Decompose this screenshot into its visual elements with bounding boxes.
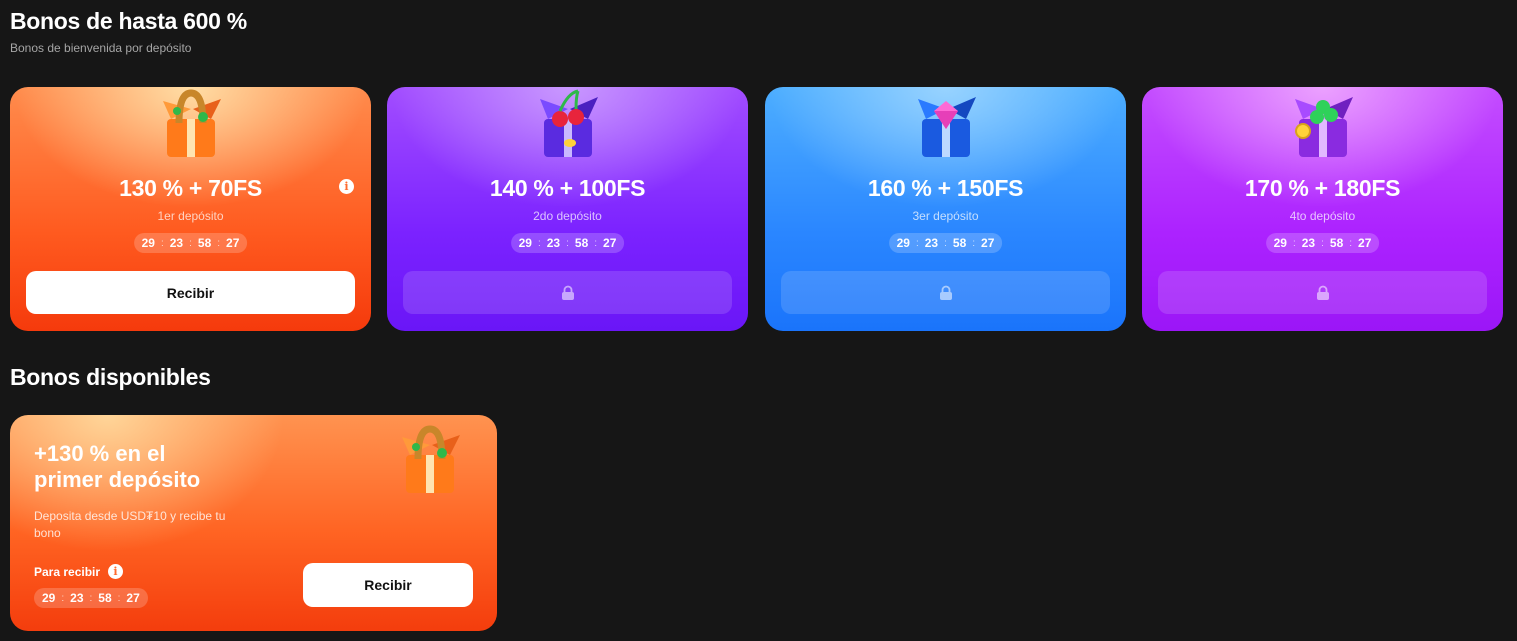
info-icon[interactable]: i	[108, 564, 123, 579]
locked-button[interactable]	[403, 271, 732, 314]
lock-icon	[1316, 285, 1329, 300]
deposit-label: 4to depósito	[1289, 209, 1356, 223]
bonus-amount: 170 % + 180FS	[1244, 175, 1401, 201]
timer-seconds: 27	[226, 236, 240, 250]
timer-days: 29	[141, 236, 155, 250]
page-title: Bonos de hasta 600 %	[10, 8, 247, 34]
timer-days: 29	[1273, 236, 1287, 250]
locked-button[interactable]	[781, 271, 1110, 314]
bonus-amount: 130 % + 70FS	[119, 175, 262, 201]
bonus-card-4: 170 % + 180FS 4to depósito 29: 23: 58: 2…	[1142, 87, 1503, 331]
bonus-card-2: 140 % + 100FS 2do depósito 29: 23: 58: 2…	[387, 87, 748, 331]
timer-days: 29	[896, 236, 910, 250]
info-icon[interactable]: i	[339, 179, 354, 194]
timer-seconds: 27	[1358, 236, 1372, 250]
timer-hours: 23	[169, 236, 184, 250]
lock-icon	[561, 285, 574, 300]
diamond-gift-icon	[917, 97, 976, 157]
to-receive-label: Para recibir	[34, 565, 101, 579]
deposit-label: 2do depósito	[533, 209, 602, 223]
lock-icon	[939, 285, 952, 300]
timer-seconds: 27	[981, 236, 995, 250]
clover-gift-icon	[1294, 97, 1353, 157]
timer-hours: 23	[70, 591, 84, 605]
timer-days: 29	[42, 591, 56, 605]
timer-minutes: 58	[98, 591, 112, 605]
timer-seconds: 27	[603, 236, 617, 250]
timer-minutes: 58	[197, 236, 212, 250]
timer-hours: 23	[924, 236, 939, 250]
countdown-timer: 29: 23: 58: 27	[1265, 233, 1380, 253]
countdown-timer: 29: 23: 58: 27	[133, 233, 248, 253]
timer-minutes: 58	[952, 236, 967, 250]
countdown-timer: 29: 23: 58: 27	[510, 233, 625, 253]
bonus-card-1: 130 % + 70FS i 1er depósito 29: 23: 58: …	[10, 87, 371, 331]
bonus-title: +130 % en el primer depósito	[34, 441, 201, 493]
available-bonus-card: +130 % en el primer depósito Deposita de…	[10, 415, 497, 631]
horseshoe-gift-icon	[402, 425, 460, 493]
receive-button[interactable]: Recibir	[303, 563, 473, 607]
timer-minutes: 58	[1329, 236, 1344, 250]
bonus-card-3: 160 % + 150FS 3er depósito 29: 23: 58: 2…	[765, 87, 1126, 331]
timer-hours: 23	[546, 236, 561, 250]
timer-seconds: 27	[126, 591, 140, 605]
timer-days: 29	[518, 236, 532, 250]
countdown-timer: 29: 23: 58: 27	[34, 588, 148, 608]
cherry-gift-icon	[539, 89, 598, 157]
timer-hours: 23	[1301, 236, 1316, 250]
receive-button[interactable]: Recibir	[26, 271, 355, 314]
deposit-label: 1er depósito	[157, 209, 224, 223]
timer-minutes: 58	[574, 236, 589, 250]
bonus-amount: 140 % + 100FS	[489, 175, 646, 201]
bonus-amount: 160 % + 150FS	[867, 175, 1024, 201]
bonus-description: Deposita desde USD₮10 y recibe tu bono	[34, 509, 226, 540]
section-title: Bonos disponibles	[10, 364, 211, 390]
deposit-label: 3er depósito	[912, 209, 979, 223]
page-subtitle: Bonos de bienvenida por depósito	[10, 41, 192, 55]
locked-button[interactable]	[1158, 271, 1487, 314]
countdown-timer: 29: 23: 58: 27	[888, 233, 1003, 253]
horseshoe-gift-icon	[162, 89, 221, 157]
